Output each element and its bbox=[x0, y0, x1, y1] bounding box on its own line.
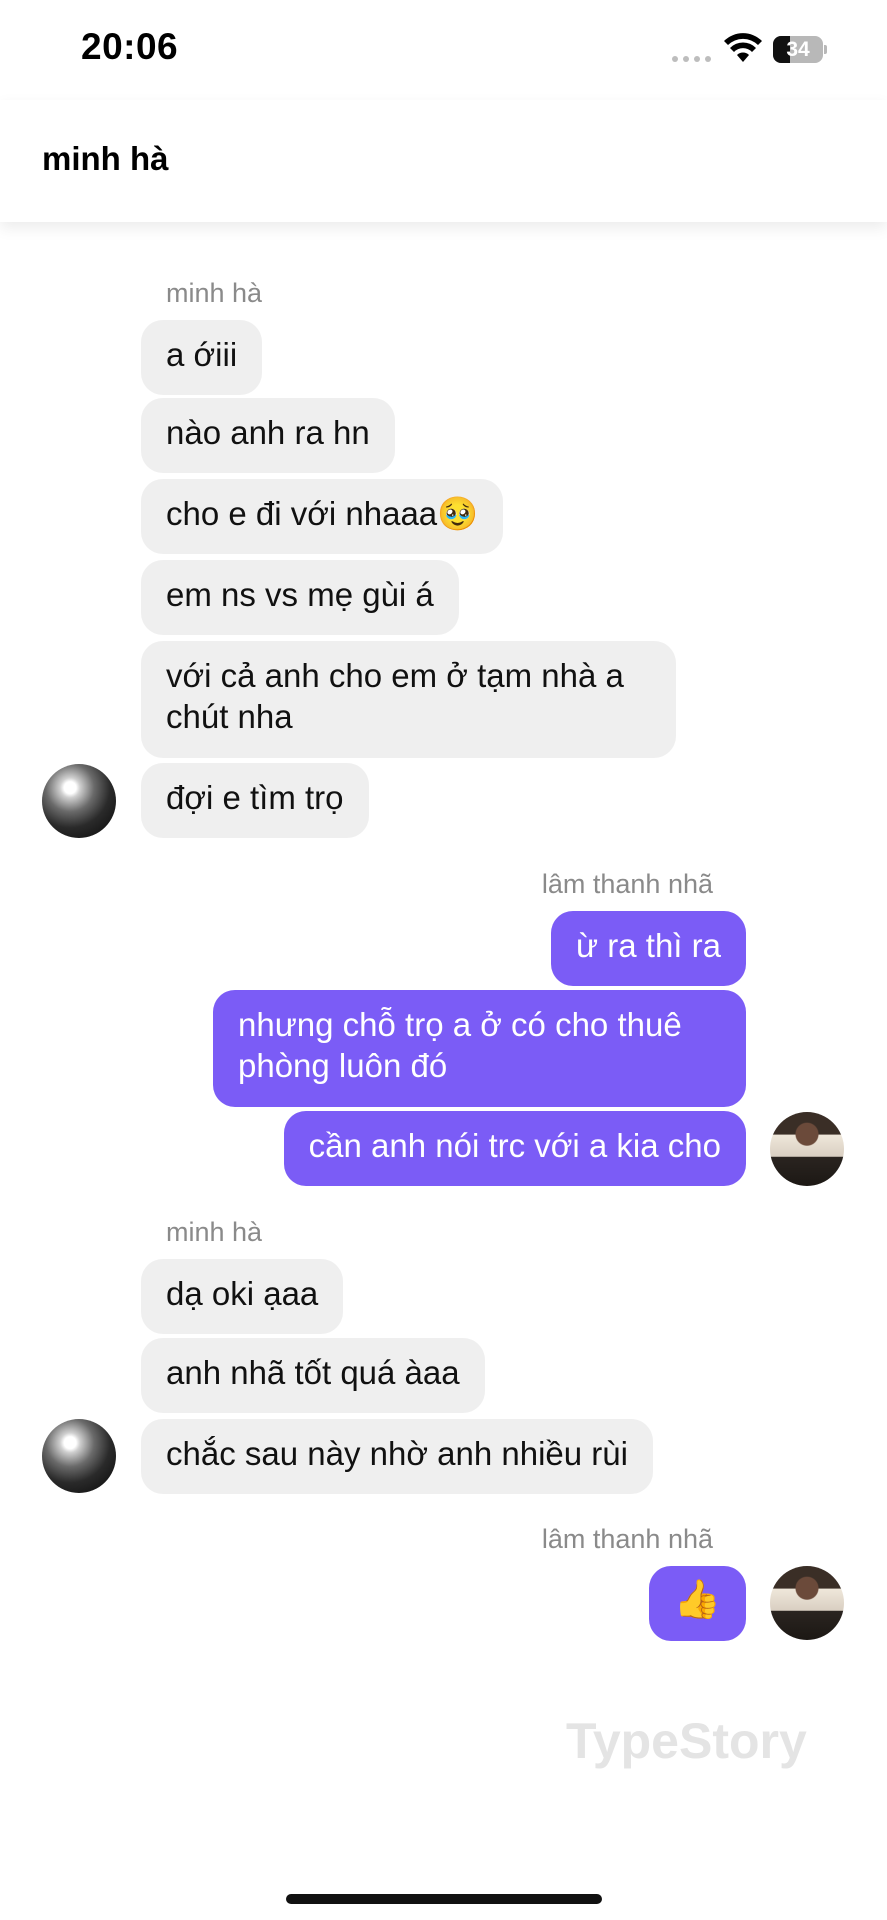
message-bubble-incoming[interactable]: với cả anh cho em ở tạm nhà a chút nha bbox=[141, 641, 676, 758]
message-bubble-incoming[interactable]: a ớiii bbox=[141, 320, 263, 395]
message-bubble-outgoing[interactable]: cần anh nói trc với a kia cho bbox=[283, 1111, 746, 1186]
status-time: 20:06 bbox=[81, 26, 179, 67]
sender-name: lâm thanh nhã bbox=[541, 1524, 713, 1554]
battery-icon: 34 bbox=[773, 36, 827, 63]
avatar[interactable] bbox=[42, 764, 116, 838]
sender-name: minh hà bbox=[166, 278, 263, 308]
battery-percent: 34 bbox=[786, 38, 810, 61]
chat-title: minh hà bbox=[42, 140, 169, 177]
avatar[interactable] bbox=[42, 1419, 116, 1493]
message-bubble-outgoing[interactable]: nhưng chỗ trọ a ở có cho thuê phòng luôn… bbox=[213, 990, 746, 1107]
watermark: TypeStory bbox=[566, 1713, 807, 1769]
message-bubble-outgoing[interactable]: ừ ra thì ra bbox=[551, 911, 746, 986]
message-bubble-incoming[interactable]: dạ oki ạaa bbox=[141, 1259, 344, 1334]
message-bubble-incoming[interactable]: anh nhã tốt quá àaa bbox=[141, 1338, 485, 1413]
message-bubble-incoming[interactable]: nào anh ra hn bbox=[141, 398, 395, 473]
sender-name: minh hà bbox=[166, 1217, 263, 1247]
avatar[interactable] bbox=[770, 1566, 844, 1640]
message-bubble-outgoing[interactable]: 👍 bbox=[648, 1566, 746, 1641]
signal-icon bbox=[672, 56, 711, 62]
sender-name: lâm thanh nhã bbox=[541, 869, 713, 899]
chat-header: minh hà bbox=[0, 100, 887, 222]
message-bubble-incoming[interactable]: em ns vs mẹ gùi á bbox=[141, 560, 459, 635]
message-bubble-incoming[interactable]: chắc sau này nhờ anh nhiều rùi bbox=[141, 1419, 653, 1494]
wifi-icon bbox=[724, 33, 762, 62]
avatar[interactable] bbox=[770, 1112, 844, 1186]
status-bar: 20:06 34 bbox=[0, 0, 887, 100]
message-bubble-incoming[interactable]: đợi e tìm trọ bbox=[141, 763, 369, 838]
home-indicator[interactable] bbox=[286, 1894, 602, 1904]
message-bubble-incoming[interactable]: cho e đi với nhaaa🥹 bbox=[141, 479, 504, 554]
